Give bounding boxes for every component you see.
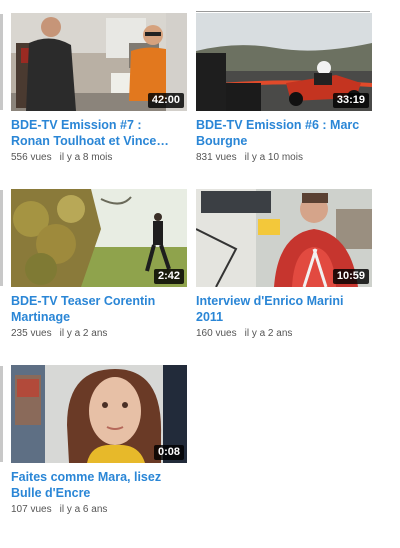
video-thumbnail[interactable]: 42:00 (11, 13, 187, 111)
upload-age: il y a 8 mois (59, 152, 113, 163)
video-thumbnail[interactable]: 2:42 (11, 189, 187, 287)
video-title-link[interactable]: BDE-TV Emission #6 : Marc Bourgne (196, 117, 372, 149)
video-meta: 556 vues il y a 8 mois (11, 152, 187, 163)
video-title-link[interactable]: Interview d'Enrico Marini 2011 (196, 293, 372, 325)
top-divider (196, 11, 370, 12)
upload-age: il y a 10 mois (244, 152, 303, 163)
video-duration: 2:42 (153, 269, 184, 284)
video-card[interactable]: 2:42 BDE-TV Teaser Corentin Martinage 23… (11, 189, 187, 339)
view-count: 107 vues (11, 504, 52, 515)
video-duration: 42:00 (147, 93, 184, 108)
video-duration: 0:08 (153, 445, 184, 460)
video-card[interactable]: 42:00 BDE-TV Emission #7 : Ronan Toulhoa… (11, 13, 187, 163)
edge-strip (0, 14, 3, 110)
video-thumbnail[interactable]: 0:08 (11, 365, 187, 463)
video-meta: 235 vues il y a 2 ans (11, 328, 187, 339)
video-title-link[interactable]: BDE-TV Teaser Corentin Martinage (11, 293, 187, 325)
view-count: 556 vues (11, 152, 52, 163)
upload-age: il y a 2 ans (59, 328, 108, 339)
video-meta: 831 vues il y a 10 mois (196, 152, 372, 163)
edge-strip (0, 366, 3, 462)
video-meta: 107 vues il y a 6 ans (11, 504, 187, 515)
video-card[interactable]: 33:19 BDE-TV Emission #6 : Marc Bourgne … (196, 13, 372, 163)
video-title-link[interactable]: BDE-TV Emission #7 : Ronan Toulhoat et V… (11, 117, 187, 149)
video-card[interactable]: 0:08 Faites comme Mara, lisez Bulle d'En… (11, 365, 187, 515)
view-count: 235 vues (11, 328, 52, 339)
view-count: 831 vues (196, 152, 237, 163)
upload-age: il y a 2 ans (244, 328, 293, 339)
video-meta: 160 vues il y a 2 ans (196, 328, 372, 339)
video-card[interactable]: 10:59 Interview d'Enrico Marini 2011 160… (196, 189, 372, 339)
video-thumbnail[interactable]: 10:59 (196, 189, 372, 287)
view-count: 160 vues (196, 328, 237, 339)
edge-strip (0, 190, 3, 286)
video-title-link[interactable]: Faites comme Mara, lisez Bulle d'Encre (11, 469, 187, 501)
video-duration: 33:19 (332, 93, 369, 108)
video-duration: 10:59 (332, 269, 369, 284)
video-thumbnail[interactable]: 33:19 (196, 13, 372, 111)
upload-age: il y a 6 ans (59, 504, 108, 515)
